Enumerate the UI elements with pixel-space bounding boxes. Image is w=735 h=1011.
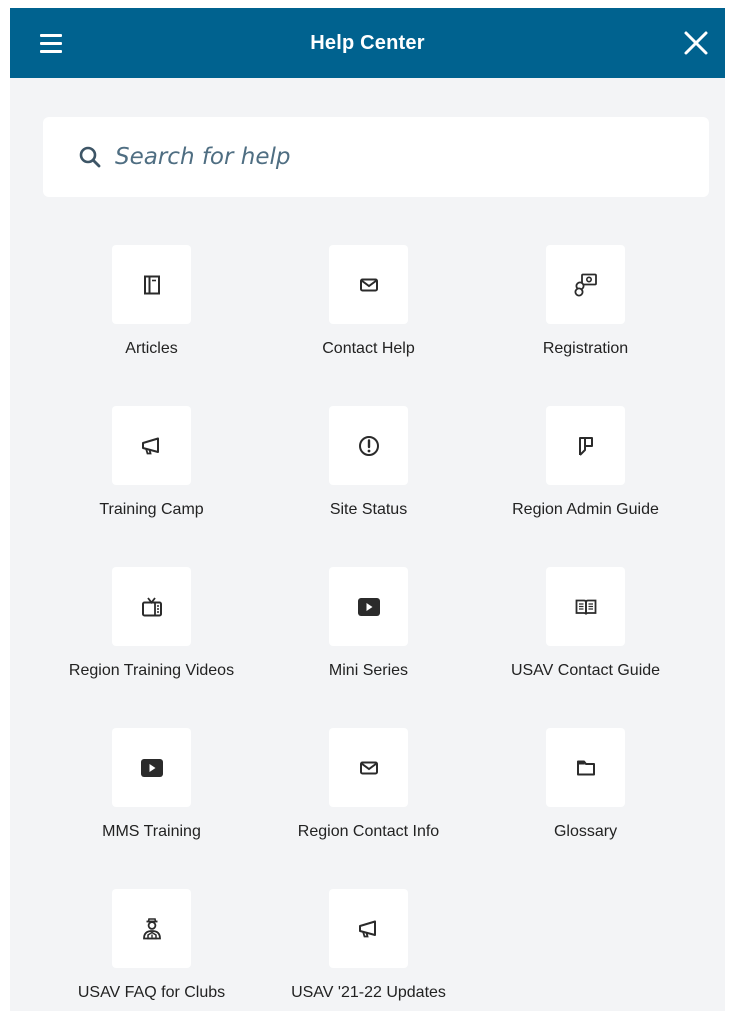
help-topic-label[interactable]: USAV Contact Guide [511, 662, 660, 680]
tv-icon[interactable] [112, 567, 191, 646]
help-topic-tile[interactable]: USAV Contact Guide [477, 567, 694, 728]
envelope-icon[interactable] [329, 245, 408, 324]
youtube-play-icon[interactable] [112, 728, 191, 807]
help-topic-label[interactable]: USAV '21-22 Updates [291, 984, 446, 1002]
help-topic-tile[interactable]: Registration [477, 245, 694, 406]
help-topic-tile[interactable]: Glossary [477, 728, 694, 889]
help-topic-label[interactable]: MMS Training [102, 823, 201, 841]
help-topic-label[interactable]: Training Camp [99, 501, 203, 519]
help-topic-tile[interactable]: USAV FAQ for Clubs [43, 889, 260, 1011]
help-topic-tile[interactable]: Mini Series [260, 567, 477, 728]
help-topic-label[interactable]: Region Admin Guide [512, 501, 659, 519]
help-topic-label[interactable]: USAV FAQ for Clubs [78, 984, 225, 1002]
alert-circle-icon[interactable] [329, 406, 408, 485]
help-topic-label[interactable]: Articles [125, 340, 177, 358]
article-icon[interactable] [112, 245, 191, 324]
hamburger-menu-icon[interactable] [38, 28, 64, 58]
help-topic-label[interactable]: Mini Series [329, 662, 408, 680]
search-input[interactable] [113, 143, 677, 171]
help-topic-label[interactable]: Registration [543, 340, 628, 358]
help-topic-label[interactable]: Site Status [330, 501, 407, 519]
help-topic-tile[interactable]: Region Contact Info [260, 728, 477, 889]
megaphone-icon[interactable] [112, 406, 191, 485]
user-support-icon[interactable] [112, 889, 191, 968]
help-center-panel: Help Center Articles Contact Help Registra… [10, 8, 725, 1011]
open-book-icon[interactable] [546, 567, 625, 646]
help-topic-tile[interactable]: Training Camp [43, 406, 260, 567]
help-topic-tile[interactable]: USAV '21-22 Updates [260, 889, 477, 1011]
search-icon [79, 146, 101, 168]
help-topic-tile[interactable]: Region Admin Guide [477, 406, 694, 567]
youtube-play-icon[interactable] [329, 567, 408, 646]
help-topic-tile[interactable]: Contact Help [260, 245, 477, 406]
coins-money-icon[interactable] [546, 245, 625, 324]
header-title: Help Center [310, 31, 425, 54]
envelope-icon[interactable] [329, 728, 408, 807]
close-icon[interactable] [681, 28, 711, 58]
help-center-header: Help Center [10, 8, 725, 78]
search-bar[interactable] [43, 117, 709, 197]
help-topic-label[interactable]: Contact Help [322, 340, 415, 358]
help-topic-label[interactable]: Region Training Videos [69, 662, 234, 680]
help-topic-tile[interactable]: MMS Training [43, 728, 260, 889]
help-topic-tile[interactable]: Region Training Videos [43, 567, 260, 728]
help-topic-label[interactable]: Glossary [554, 823, 617, 841]
help-topic-label[interactable]: Region Contact Info [298, 823, 439, 841]
help-topic-tile[interactable]: Articles [43, 245, 260, 406]
help-topics-grid: Articles Contact Help Registration Training… [10, 245, 725, 1011]
bookmark-flag-icon[interactable] [546, 406, 625, 485]
folder-icon[interactable] [546, 728, 625, 807]
megaphone-icon[interactable] [329, 889, 408, 968]
help-topic-tile[interactable]: Site Status [260, 406, 477, 567]
